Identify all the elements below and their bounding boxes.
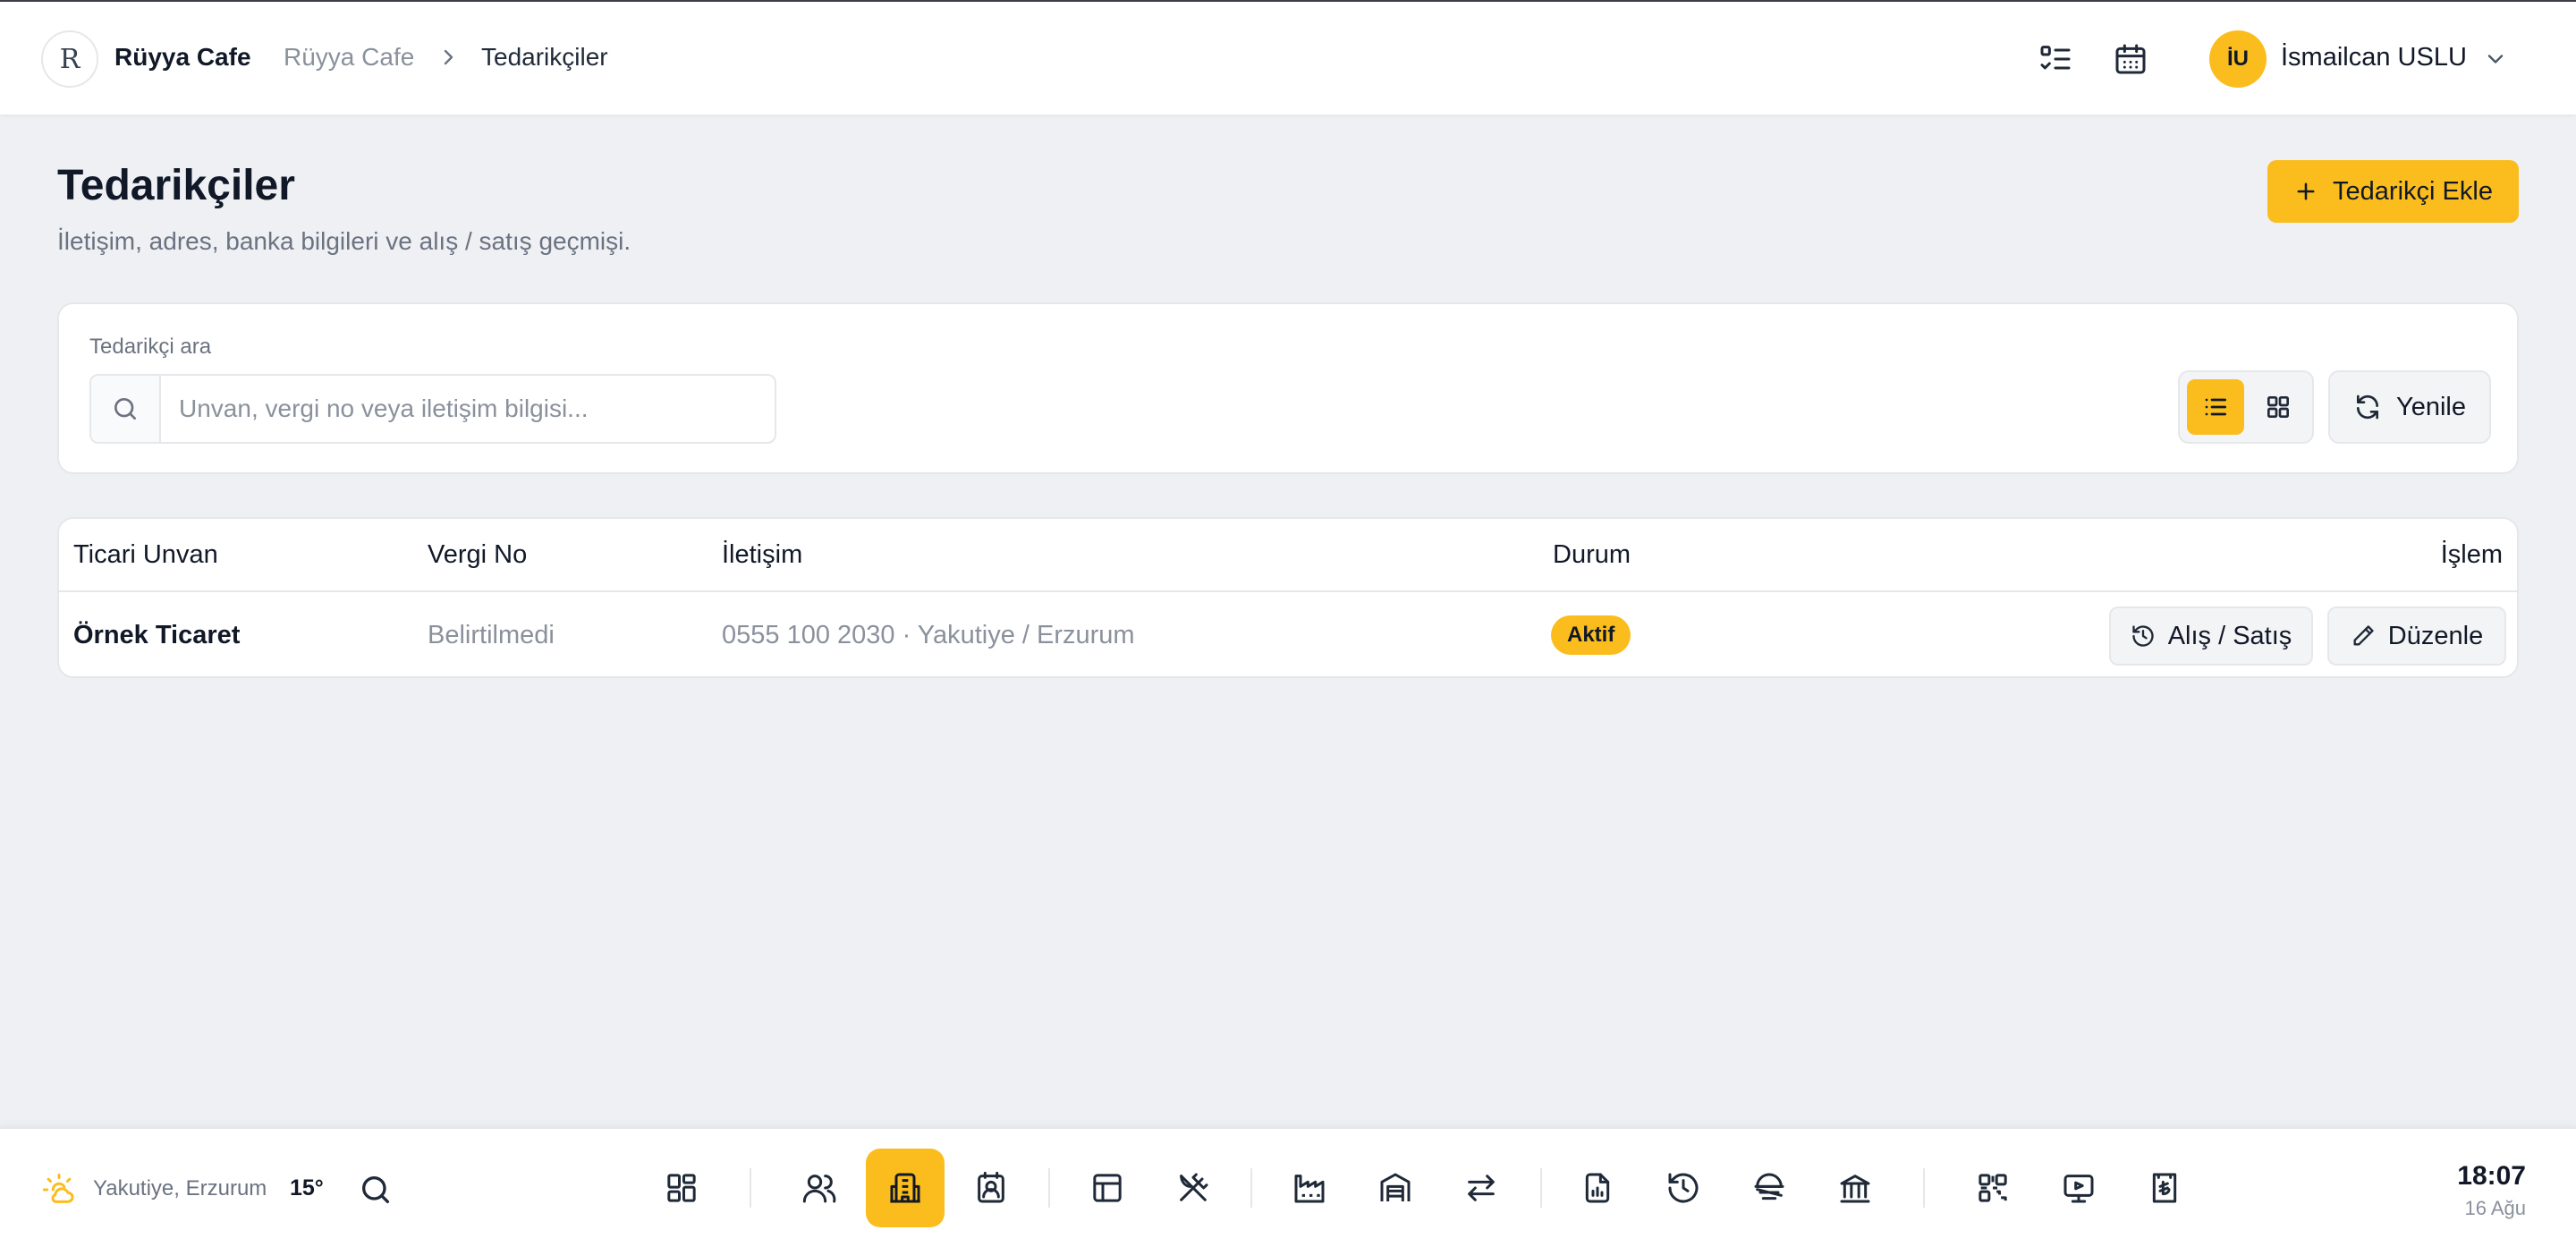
list-icon — [2201, 393, 2230, 421]
clock-time: 18:07 — [2457, 1161, 2526, 1191]
bottom-dock: Yakutiye, Erzurum 15° 18:07 16 Ağu — [0, 1127, 2576, 1247]
factory-icon[interactable] — [1270, 1149, 1349, 1227]
qr-code-icon[interactable] — [1953, 1149, 2032, 1227]
plus-icon — [2293, 179, 2318, 204]
utensils-icon[interactable] — [1154, 1149, 1233, 1227]
list-view-button[interactable] — [2187, 379, 2244, 435]
purchase-sales-button[interactable]: Alış / Satış — [2109, 607, 2313, 666]
coins-icon[interactable] — [1730, 1149, 1809, 1227]
view-mode-toggle — [2178, 370, 2314, 444]
presentation-icon[interactable] — [2039, 1149, 2118, 1227]
table-header-divider — [59, 590, 2517, 592]
report-icon[interactable] — [1558, 1149, 1637, 1227]
dock-divider — [1048, 1168, 1050, 1208]
chevron-down-icon[interactable] — [2483, 47, 2508, 72]
refresh-button[interactable]: Yenile — [2328, 370, 2491, 444]
building-icon[interactable] — [866, 1149, 945, 1227]
supplier-tax-no: Belirtilmedi — [428, 621, 555, 649]
column-header-actions: İşlem — [2440, 540, 2503, 569]
edit-label: Düzenle — [2387, 621, 2484, 650]
task-list-icon[interactable] — [2038, 41, 2073, 77]
partly-sunny-icon — [41, 1172, 77, 1208]
column-header-tax-no[interactable]: Vergi No — [428, 540, 527, 570]
add-supplier-label: Tedarikçi Ekle — [2333, 176, 2493, 206]
grid-icon — [2264, 393, 2292, 421]
calendar-icon[interactable] — [2113, 41, 2148, 77]
history-icon[interactable] — [1644, 1149, 1723, 1227]
pencil-icon — [2351, 624, 2376, 649]
dock-divider — [1540, 1168, 1542, 1208]
breadcrumb-home[interactable]: Rüyya Cafe — [284, 43, 414, 72]
breadcrumb-current: Tedarikçiler — [481, 43, 608, 71]
status-badge: Aktif — [1551, 615, 1631, 655]
refresh-label: Yenile — [2396, 392, 2466, 421]
search-icon — [91, 376, 161, 442]
supplier-name: Örnek Ticaret — [73, 621, 241, 649]
dock-divider — [1250, 1168, 1252, 1208]
column-header-name[interactable]: Ticari Unvan — [73, 540, 218, 570]
top-bar: R Rüyya Cafe Rüyya Cafe Tedarikçiler İU … — [0, 0, 2576, 115]
user-avatar[interactable]: İU — [2209, 30, 2267, 88]
search-icon[interactable] — [358, 1172, 394, 1208]
brand-name[interactable]: Rüyya Cafe — [114, 43, 251, 72]
column-header-contact[interactable]: İletişim — [722, 540, 802, 570]
logo-text: R — [59, 43, 80, 75]
warehouse-icon[interactable] — [1356, 1149, 1435, 1227]
purchase-sales-label: Alış / Satış — [2167, 621, 2292, 650]
dock-divider — [1923, 1168, 1925, 1208]
add-supplier-button[interactable]: Tedarikçi Ekle — [2267, 160, 2519, 223]
contact-card-icon[interactable] — [952, 1149, 1030, 1227]
supplier-contact: 0555 100 2030 · Yakutiye / Erzurum — [722, 621, 1135, 649]
lira-receipt-icon[interactable] — [2125, 1149, 2204, 1227]
page-subtitle: İletişim, adres, banka bilgileri ve alış… — [57, 227, 631, 255]
dashboard-icon[interactable] — [642, 1149, 721, 1227]
search-input[interactable] — [163, 376, 771, 442]
clock-date: 16 Ağu — [2464, 1197, 2526, 1219]
weather-temperature: 15° — [290, 1175, 324, 1200]
layout-icon[interactable] — [1068, 1149, 1147, 1227]
chevron-right-icon — [438, 43, 460, 72]
page-title: Tedarikçiler — [57, 162, 295, 209]
grid-view-button[interactable] — [2250, 379, 2307, 435]
refresh-icon — [2353, 393, 2382, 421]
history-icon — [2131, 624, 2156, 649]
weather-location: Yakutiye, Erzurum — [93, 1176, 267, 1200]
transfer-icon[interactable] — [1442, 1149, 1521, 1227]
brand-logo[interactable]: R — [41, 30, 98, 88]
column-header-status[interactable]: Durum — [1553, 540, 1631, 570]
search-card: Tedarikçi ara Yenile — [57, 302, 2519, 474]
bank-icon[interactable] — [1816, 1149, 1894, 1227]
users-icon[interactable] — [780, 1149, 859, 1227]
edit-button[interactable]: Düzenle — [2327, 607, 2506, 666]
dock-divider — [750, 1168, 751, 1208]
user-name[interactable]: İsmailcan USLU — [2281, 43, 2467, 72]
search-label: Tedarikçi ara — [89, 335, 212, 359]
suppliers-table: Ticari Unvan Vergi No İletişim Durum İşl… — [57, 517, 2519, 678]
search-box — [89, 374, 776, 444]
